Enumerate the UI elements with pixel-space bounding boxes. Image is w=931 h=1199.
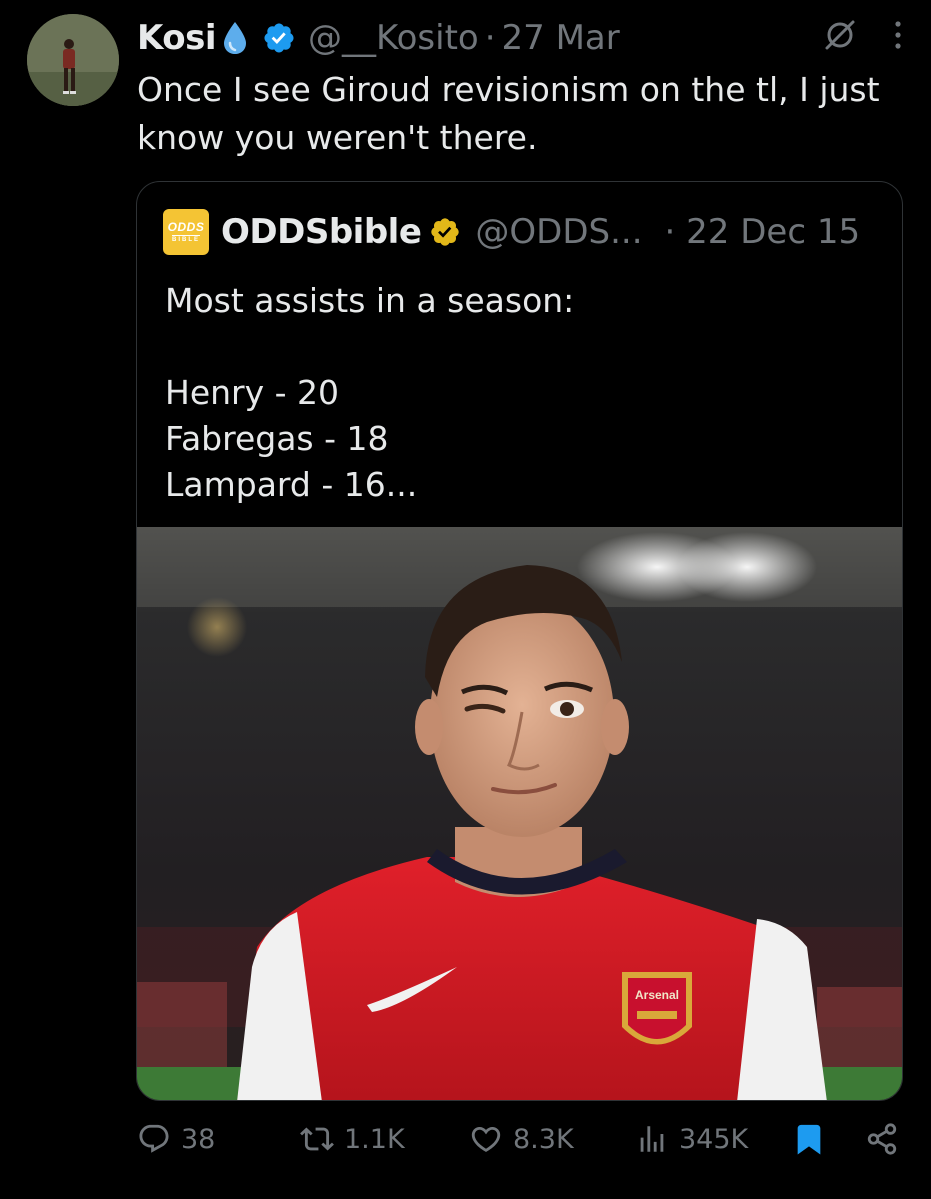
quoted-author-name[interactable]: ODDSbible xyxy=(221,212,422,252)
like-count: 8.3K xyxy=(513,1123,574,1155)
reply-icon xyxy=(139,1124,169,1153)
bookmark-icon xyxy=(797,1124,821,1155)
tweet-timestamp[interactable]: 27 Mar xyxy=(502,18,620,58)
quoted-text-line: Fabregas - 18 xyxy=(165,419,389,458)
grok-icon[interactable] xyxy=(823,18,857,52)
quoted-tweet-timestamp[interactable]: · 22 Dec 15 xyxy=(665,212,861,252)
author-name[interactable]: Kosi xyxy=(137,18,217,58)
header-separator: · xyxy=(484,18,496,58)
quoted-author-avatar[interactable]: ODDS BIBLE xyxy=(163,209,209,255)
quoted-tweet[interactable]: ODDS BIBLE ODDSbible @ODDS... · 22 Dec 1… xyxy=(136,181,903,1101)
logo-text-odds: ODDS xyxy=(167,220,205,234)
repost-button[interactable]: 1.1K xyxy=(300,1122,405,1156)
heart-icon xyxy=(471,1126,501,1152)
header-actions xyxy=(823,18,903,52)
tweet-actions: 38 1.1K 8.3K 345K xyxy=(137,1122,907,1170)
views-button[interactable]: 345K xyxy=(635,1122,748,1156)
droplet-emoji-icon xyxy=(224,22,246,54)
views-icon xyxy=(640,1126,664,1152)
quoted-text-line: Most assists in a season: xyxy=(165,281,575,320)
quoted-tweet-text: Most assists in a season: Henry - 20 Fab… xyxy=(165,278,875,508)
quoted-text-line: Henry - 20 xyxy=(165,373,340,412)
tweet-header: Kosi @__Kosito · 27 Mar xyxy=(137,14,917,62)
quoted-date: 22 Dec 15 xyxy=(686,212,861,252)
verified-badge-icon[interactable] xyxy=(262,21,296,55)
repost-count: 1.1K xyxy=(344,1123,405,1155)
repost-icon xyxy=(300,1127,334,1151)
gold-verified-badge-icon[interactable] xyxy=(429,216,461,248)
quoted-text-line: Lampard - 16... xyxy=(165,465,418,504)
bookmark-button[interactable] xyxy=(792,1122,826,1156)
logo-text-bible: BIBLE xyxy=(172,235,200,243)
share-icon xyxy=(867,1123,897,1155)
avatar-image xyxy=(27,14,119,106)
arsenal-crest-text: Arsenal xyxy=(635,988,679,1002)
reply-count: 38 xyxy=(181,1123,216,1155)
more-icon[interactable] xyxy=(893,20,903,50)
quoted-tweet-header: ODDS BIBLE ODDSbible @ODDS... · 22 Dec 1… xyxy=(163,206,883,258)
author-handle[interactable]: @__Kosito xyxy=(308,18,479,58)
football-player-photo: Arsenal xyxy=(137,527,902,1100)
reply-button[interactable]: 38 xyxy=(137,1122,215,1156)
quoted-tweet-photo[interactable]: Arsenal xyxy=(137,527,902,1100)
tweet-text: Once I see Giroud revisionism on the tl,… xyxy=(137,70,880,157)
author-avatar[interactable] xyxy=(27,14,119,106)
quoted-author-handle[interactable]: @ODDS... xyxy=(475,212,642,252)
like-button[interactable]: 8.3K xyxy=(469,1122,574,1156)
quoted-text-line xyxy=(165,324,875,370)
share-button[interactable] xyxy=(865,1122,899,1156)
quoted-separator: · xyxy=(664,212,676,252)
views-count: 345K xyxy=(679,1123,749,1155)
